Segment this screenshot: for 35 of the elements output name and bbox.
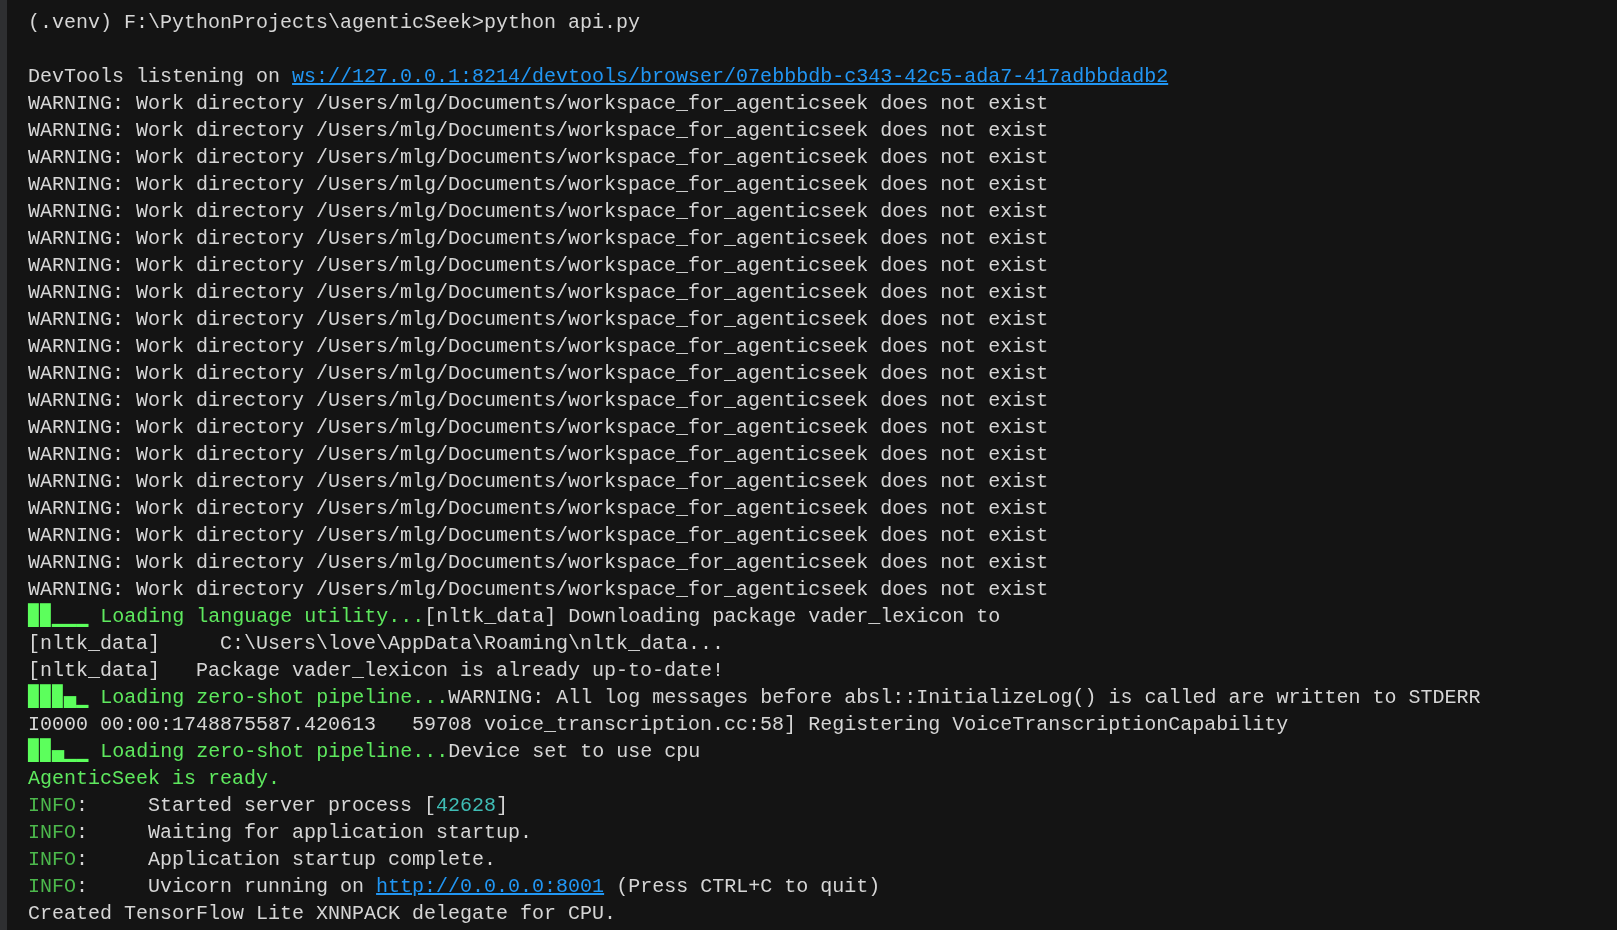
terminal-line: WARNING: Work directory /Users/mlg/Documents/workspace_for_agenticseek does not exist (28, 577, 1050, 603)
terminal-line: INFO: Started server process [42628] (28, 793, 510, 819)
terminal-line: WARNING: Work directory /Users/mlg/Documents/workspace_for_agenticseek does not exist (28, 334, 1050, 360)
terminal-line: WARNING: Work directory /Users/mlg/Documents/workspace_for_agenticseek does not exist (28, 388, 1050, 414)
terminal-line: [nltk_data] Package vader_lexicon is already up-to-date! (28, 658, 726, 684)
terminal-line: WARNING: Work directory /Users/mlg/Documents/workspace_for_agenticseek does not exist (28, 226, 1050, 252)
terminal-line: INFO: Application startup complete. (28, 847, 498, 873)
terminal-line: WARNING: Work directory /Users/mlg/Documents/workspace_for_agenticseek does not exist (28, 91, 1050, 117)
terminal-line: AgenticSeek is ready. (28, 766, 282, 792)
terminal-line: WARNING: Work directory /Users/mlg/Documents/workspace_for_agenticseek does not exist (28, 361, 1050, 387)
terminal-line: INFO: Uvicorn running on http://0.0.0.0:8001 (Press CTRL+C to quit) (28, 874, 882, 900)
terminal-line: INFO: Waiting for application startup. (28, 820, 534, 846)
terminal-line: ▉▉▄▁▁ Loading zero-shot pipeline...Device set to use cpu (28, 738, 702, 765)
terminal-line: WARNING: Work directory /Users/mlg/Documents/workspace_for_agenticseek does not exist (28, 307, 1050, 333)
terminal-line: WARNING: Work directory /Users/mlg/Documents/workspace_for_agenticseek does not exist (28, 469, 1050, 495)
terminal-line: WARNING: Work directory /Users/mlg/Documents/workspace_for_agenticseek does not exist (28, 442, 1050, 468)
terminal-line: WARNING: Work directory /Users/mlg/Documents/workspace_for_agenticseek does not exist (28, 550, 1050, 576)
terminal-line: Created TensorFlow Lite XNNPACK delegate for CPU. (28, 901, 618, 927)
terminal-line: (.venv) F:\PythonProjects\agenticSeek>python api.py (28, 10, 642, 36)
terminal-line: WARNING: Work directory /Users/mlg/Documents/workspace_for_agenticseek does not exist (28, 172, 1050, 198)
terminal-line: DevTools listening on ws://127.0.0.1:8214/devtools/browser/07ebbbdb-c343-42c5-ada7-417adbbdadb2 (28, 64, 1170, 90)
terminal-line: I0000 00:00:1748875587.420613 59708 voice_transcription.cc:58] Registering VoiceTranscriptionCapability (28, 712, 1290, 738)
terminal-line: WARNING: Work directory /Users/mlg/Documents/workspace_for_agenticseek does not exist (28, 145, 1050, 171)
terminal-line: WARNING: Work directory /Users/mlg/Documents/workspace_for_agenticseek does not exist (28, 253, 1050, 279)
terminal-line: [nltk_data] C:\Users\love\AppData\Roaming\nltk_data... (28, 631, 726, 657)
url-link[interactable]: ws://127.0.0.1:8214/devtools/browser/07ebbbdb-c343-42c5-ada7-417adbbdadb2 (292, 65, 1169, 88)
terminal-line: ▉▉▁▁▁ Loading language utility...[nltk_data] Downloading package vader_lexicon to (28, 603, 1002, 630)
terminal-line: WARNING: Work directory /Users/mlg/Documents/workspace_for_agenticseek does not exist (28, 280, 1050, 306)
terminal-line: WARNING: Work directory /Users/mlg/Documents/workspace_for_agenticseek does not exist (28, 496, 1050, 522)
terminal-line: WARNING: Work directory /Users/mlg/Documents/workspace_for_agenticseek does not exist (28, 199, 1050, 225)
url-link[interactable]: http://0.0.0.0:8001 (376, 875, 605, 898)
terminal-line: WARNING: Work directory /Users/mlg/Documents/workspace_for_agenticseek does not exist (28, 118, 1050, 144)
terminal-line: WARNING: Work directory /Users/mlg/Documents/workspace_for_agenticseek does not exist (28, 523, 1050, 549)
terminal-line: ▉▉▉▄▁ Loading zero-shot pipeline...WARNING: All log messages before absl::InitializeLog() is called are written to STDERR (28, 684, 1482, 711)
terminal-line: WARNING: Work directory /Users/mlg/Documents/workspace_for_agenticseek does not exist (28, 415, 1050, 441)
